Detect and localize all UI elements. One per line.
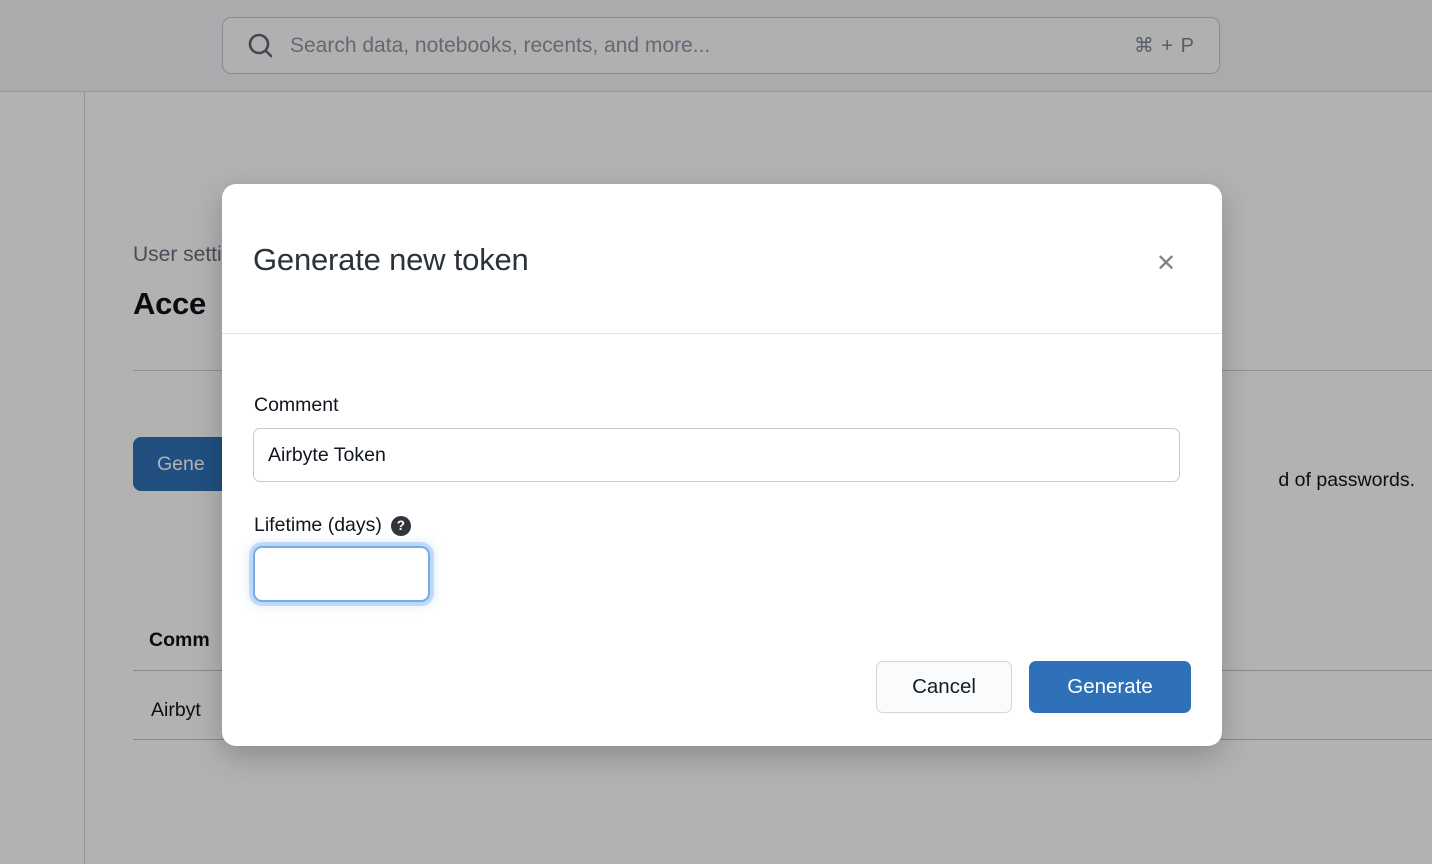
comment-input[interactable] [253, 428, 1180, 482]
lifetime-days-input[interactable] [253, 546, 430, 602]
lifetime-label-text: Lifetime (days) [254, 514, 382, 537]
lifetime-field-label: Lifetime (days) ? [254, 514, 411, 537]
generate-new-token-dialog: Generate new token ✕ Comment Lifetime (d… [222, 184, 1222, 746]
dialog-title: Generate new token [253, 242, 529, 278]
help-icon[interactable]: ? [391, 516, 411, 536]
comment-field-label: Comment [254, 394, 339, 417]
app-window: ⌘ + P User settings › Developer › Acce P… [0, 0, 1432, 864]
dialog-header-divider [222, 333, 1222, 334]
generate-button[interactable]: Generate [1029, 661, 1191, 713]
dialog-action-buttons: Cancel Generate [876, 661, 1191, 713]
close-icon[interactable]: ✕ [1147, 245, 1185, 283]
cancel-button[interactable]: Cancel [876, 661, 1012, 713]
